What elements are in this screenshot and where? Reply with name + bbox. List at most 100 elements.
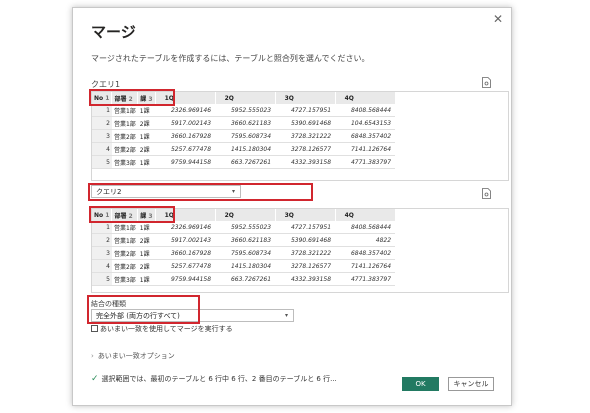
cell-4q: 4822 <box>335 233 396 247</box>
cell-no: 3 <box>92 246 112 260</box>
cell-4q: 6848.357402 <box>335 129 396 143</box>
col-header-3q[interactable]: 3Q <box>275 92 336 104</box>
dialog-description: マージされたテーブルを作成するには、テーブルと照合列を選んでください。 <box>91 54 370 63</box>
cell-dept: 営業1部 <box>111 116 138 130</box>
cell-4q: 4771.383797 <box>335 272 396 286</box>
cell-ka: 2課 <box>137 259 156 273</box>
cell-no: 4 <box>92 142 112 156</box>
preview-icon[interactable] <box>482 77 491 88</box>
preview-icon[interactable] <box>482 188 491 199</box>
join-kind-label: 結合の種類 <box>91 300 126 308</box>
cell-no: 1 <box>92 104 112 117</box>
table-row: 3 営業2部 1課 3660.167928 7595.608734 3728.3… <box>92 246 396 260</box>
cell-2q: 7595.608734 <box>215 129 276 143</box>
cell-3q: 3278.126577 <box>275 142 336 156</box>
col-header-1q[interactable]: 1Q <box>155 209 216 221</box>
cell-ka: 2課 <box>137 233 156 247</box>
cell-dept: 営業1部 <box>111 104 138 117</box>
table1-name: クエリ1 <box>91 80 121 89</box>
col-header-no[interactable]: No 1 <box>92 92 113 104</box>
cell-ka: 1課 <box>137 272 156 286</box>
cell-dept: 営業2部 <box>111 259 138 273</box>
cell-ka: 1課 <box>137 104 156 117</box>
table1-preview: No 1 部署 2 課 3 1Q 2Q 3Q 4Q 1 営業1部 1課 2326… <box>91 91 509 181</box>
cell-dept: 営業2部 <box>111 246 138 260</box>
table-row: 3 営業2部 1課 3660.167928 7595.608734 3728.3… <box>92 129 396 143</box>
cancel-button[interactable]: キャンセル <box>448 377 494 391</box>
cell-dept: 営業2部 <box>111 129 138 143</box>
cell-2q: 663.7267261 <box>215 272 276 286</box>
merge-dialog: ✕ マージ マージされたテーブルを作成するには、テーブルと照合列を選んでください… <box>72 7 512 406</box>
cell-1q: 9759.944158 <box>155 272 216 286</box>
cell-no: 1 <box>92 221 112 234</box>
cell-3q: 4727.157951 <box>275 104 336 117</box>
chevron-right-icon: › <box>91 352 94 360</box>
cell-dept: 営業2部 <box>111 142 138 156</box>
cell-1q: 3660.167928 <box>155 246 216 260</box>
chevron-down-icon: ▾ <box>284 312 288 319</box>
cell-2q: 3660.621183 <box>215 233 276 247</box>
table-row: 2 営業1部 2課 5917.002143 3660.621183 5390.6… <box>92 233 396 247</box>
table-row: 5 営業3部 1課 9759.944158 663.7267261 4332.3… <box>92 155 396 169</box>
cell-4q: 7141.126764 <box>335 142 396 156</box>
cell-1q: 5257.677478 <box>155 142 216 156</box>
col-header-ka[interactable]: 課 3 <box>137 92 156 104</box>
table-row: 2 営業1部 2課 5917.002143 3660.621183 5390.6… <box>92 116 396 130</box>
cell-2q: 3660.621183 <box>215 116 276 130</box>
table2-preview: No 1 部署 2 課 3 1Q 2Q 3Q 4Q 1 営業1部 1課 2326… <box>91 208 509 293</box>
col-header-dept[interactable]: 部署 2 <box>111 92 139 104</box>
cell-3q: 3728.321222 <box>275 246 336 260</box>
col-header-4q[interactable]: 4Q <box>335 209 396 221</box>
table-row: 5 営業3部 1課 9759.944158 663.7267261 4332.3… <box>92 272 396 286</box>
cell-ka: 2課 <box>137 116 156 130</box>
col-header-1q[interactable]: 1Q <box>155 92 216 104</box>
cell-4q: 8408.568444 <box>335 221 396 234</box>
col-header-no[interactable]: No 1 <box>92 209 113 221</box>
cell-2q: 7595.608734 <box>215 246 276 260</box>
cell-3q: 4332.393158 <box>275 272 336 286</box>
fuzzy-match-label: あいまい一致を使用してマージを実行する <box>100 325 233 333</box>
cell-no: 4 <box>92 259 112 273</box>
cell-no: 2 <box>92 233 112 247</box>
cell-ka: 1課 <box>137 129 156 143</box>
table2-select[interactable]: クエリ2 ▾ <box>91 185 241 198</box>
status-text: 選択範囲では、最初のテーブルと 6 行中 6 行、2 番目のテーブルと 6 行.… <box>101 375 337 383</box>
cell-dept: 営業1部 <box>111 233 138 247</box>
table-row: 4 営業2部 2課 5257.677478 1415.180304 3278.1… <box>92 259 396 273</box>
cell-3q: 5390.691468 <box>275 116 336 130</box>
col-header-ka[interactable]: 課 3 <box>137 209 156 221</box>
cell-4q: 7141.126764 <box>335 259 396 273</box>
cell-no: 2 <box>92 116 112 130</box>
cell-ka: 2課 <box>137 142 156 156</box>
col-header-3q[interactable]: 3Q <box>275 209 336 221</box>
cell-1q: 5917.002143 <box>155 116 216 130</box>
cell-1q: 5917.002143 <box>155 233 216 247</box>
join-kind-select[interactable]: 完全外部 (両方の行すべて) ▾ <box>91 309 294 322</box>
cell-2q: 1415.180304 <box>215 142 276 156</box>
col-header-2q[interactable]: 2Q <box>215 92 276 104</box>
cell-3q: 3728.321222 <box>275 129 336 143</box>
fuzzy-match-checkbox[interactable] <box>91 325 98 332</box>
cell-4q: 104.6543153 <box>335 116 396 130</box>
close-icon[interactable]: ✕ <box>493 12 503 26</box>
fuzzy-options-toggle[interactable]: › あいまい一致オプション <box>91 351 175 361</box>
col-header-2q[interactable]: 2Q <box>215 209 276 221</box>
cell-ka: 1課 <box>137 221 156 234</box>
cell-ka: 1課 <box>137 246 156 260</box>
dialog-title: マージ <box>91 23 136 41</box>
table-row: 4 営業2部 2課 5257.677478 1415.180304 3278.1… <box>92 142 396 156</box>
cell-1q: 2326.969146 <box>155 221 216 234</box>
join-kind-value: 完全外部 (両方の行すべて) <box>96 312 180 320</box>
cell-1q: 3660.167928 <box>155 129 216 143</box>
cell-4q: 6848.357402 <box>335 246 396 260</box>
col-header-4q[interactable]: 4Q <box>335 92 396 104</box>
cell-no: 5 <box>92 272 112 286</box>
ok-button[interactable]: OK <box>402 377 439 391</box>
col-header-dept[interactable]: 部署 2 <box>111 209 139 221</box>
cell-2q: 1415.180304 <box>215 259 276 273</box>
table-row: 1 営業1部 1課 2326.969146 5952.555023 4727.1… <box>92 221 396 234</box>
cell-dept: 営業3部 <box>111 272 138 286</box>
table2-select-value: クエリ2 <box>96 188 122 196</box>
cell-2q: 5952.555023 <box>215 221 276 234</box>
cell-dept: 営業3部 <box>111 155 138 169</box>
